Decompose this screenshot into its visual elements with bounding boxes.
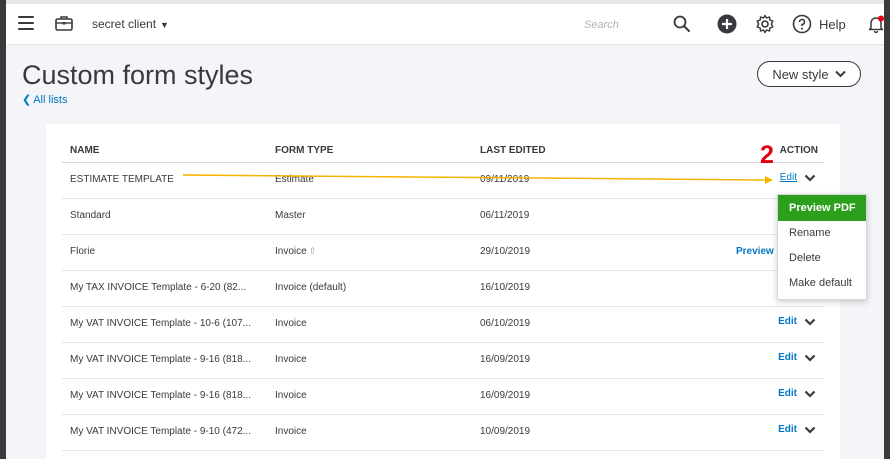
all-lists-label: All lists <box>33 94 68 106</box>
row-form-type-label: Invoice <box>275 246 307 257</box>
row-name: My VAT INVOICE Template - 9-10 (472... <box>70 426 251 437</box>
chevron-down-icon[interactable] <box>804 353 816 363</box>
row-action: Edit <box>778 316 816 327</box>
row-form-type: Estimate <box>275 174 314 185</box>
form-styles-table: NAME FORM TYPE LAST EDITED ACTION ESTIMA… <box>46 124 840 459</box>
row-form-type: Invoice <box>275 426 307 437</box>
row-form-type: Invoice <box>275 354 307 365</box>
new-style-label: New style <box>772 66 829 82</box>
column-header-last-edited[interactable]: LAST EDITED <box>480 145 546 156</box>
company-name: secret client <box>92 17 157 31</box>
row-form-type: Invoice <box>275 318 307 329</box>
menu-item-preview-pdf[interactable]: Preview PDF <box>778 195 866 221</box>
row-action: Edit <box>778 388 816 399</box>
search-input[interactable] <box>582 14 666 36</box>
help-label[interactable]: Help <box>819 17 846 32</box>
edit-link[interactable]: Edit <box>778 388 797 399</box>
plus-icon[interactable] <box>717 14 737 34</box>
column-header-action: ACTION <box>779 145 818 156</box>
preview-link[interactable]: Preview <box>736 246 774 257</box>
row-last-edited: 16/09/2019 <box>480 354 531 365</box>
caret-down-icon: ▼ <box>160 20 169 30</box>
table-row[interactable]: My VAT INVOICE Template - 9-16 (818... I… <box>62 342 824 379</box>
table-row[interactable]: ESTIMATE TEMPLATE Estimate 09/11/2019 Ed… <box>62 162 824 199</box>
chevron-left-icon: ❮ <box>22 94 32 106</box>
share-icon: ⇧ <box>308 246 317 256</box>
window-right-edge <box>884 0 890 459</box>
row-action: Edit <box>780 172 816 183</box>
menu-item-rename[interactable]: Rename <box>778 221 866 246</box>
table-row[interactable]: My VAT INVOICE Template - 9-10 (472... I… <box>62 414 824 451</box>
window-left-edge <box>0 0 6 459</box>
row-last-edited: 06/11/2019 <box>480 210 530 221</box>
table-row[interactable]: My VAT INVOICE Template - 10-6 (107... I… <box>62 306 824 343</box>
row-name: My VAT INVOICE Template - 9-16 (818... <box>70 354 251 365</box>
page-title: Custom form styles <box>22 60 254 90</box>
row-last-edited: 16/10/2019 <box>480 282 531 293</box>
help-icon[interactable] <box>792 14 812 34</box>
row-last-edited: 06/10/2019 <box>480 318 531 329</box>
edit-link[interactable]: Edit <box>778 352 797 363</box>
row-form-type: Invoice ⇧ <box>275 246 316 257</box>
table-row[interactable]: Florie Invoice ⇧ 29/10/2019 Preview <box>62 234 824 271</box>
menu-item-delete[interactable]: Delete <box>778 246 866 271</box>
chevron-down-icon <box>834 70 846 78</box>
company-switcher[interactable]: secret client ▼ <box>92 17 169 31</box>
row-last-edited: 10/09/2019 <box>480 426 531 437</box>
table-row[interactable]: My VAT INVOICE Template - 9-16 (818... I… <box>62 378 824 415</box>
row-name: ESTIMATE TEMPLATE <box>70 174 174 185</box>
table-row[interactable]: Standard Master 06/11/2019 <box>62 198 824 235</box>
row-action: Preview <box>736 246 774 257</box>
row-name: My TAX INVOICE Template - 6-20 (82... <box>70 282 247 293</box>
bell-icon[interactable] <box>866 14 886 34</box>
new-style-button[interactable]: New style <box>757 61 861 87</box>
search-icon[interactable] <box>672 14 692 34</box>
gear-icon[interactable] <box>755 14 775 34</box>
chevron-down-icon[interactable] <box>804 425 816 435</box>
action-dropdown-menu: Preview PDF Rename Delete Make default <box>777 194 867 300</box>
top-header: secret client▼ Help <box>6 4 884 45</box>
column-header-form-type[interactable]: FORM TYPE <box>275 145 333 156</box>
row-last-edited: 29/10/2019 <box>480 246 531 257</box>
edit-link[interactable]: Edit <box>778 316 797 327</box>
row-last-edited: 09/11/2019 <box>480 174 530 185</box>
edit-link[interactable]: Edit <box>780 172 797 183</box>
edit-link[interactable]: Edit <box>778 424 797 435</box>
row-form-type: Master <box>275 210 306 221</box>
briefcase-icon[interactable] <box>54 13 74 33</box>
table-header: NAME FORM TYPE LAST EDITED ACTION <box>62 138 824 163</box>
row-name: My VAT INVOICE Template - 9-16 (818... <box>70 390 251 401</box>
row-action: Edit <box>778 424 816 435</box>
menu-item-make-default[interactable]: Make default <box>778 271 866 296</box>
row-name: Standard <box>70 210 111 221</box>
row-form-type: Invoice (default) <box>275 282 347 293</box>
annotation-number: 2 <box>760 141 774 169</box>
row-name: Florie <box>70 246 96 257</box>
hamburger-icon[interactable] <box>18 16 34 30</box>
chevron-down-icon[interactable] <box>804 317 816 327</box>
all-lists-link[interactable]: ❮ All lists <box>22 93 67 106</box>
table-row[interactable]: My TAX INVOICE Template - 6-20 (82... In… <box>62 270 824 307</box>
row-form-type: Invoice <box>275 390 307 401</box>
column-header-name[interactable]: NAME <box>70 145 99 156</box>
row-name: My VAT INVOICE Template - 10-6 (107... <box>70 318 251 329</box>
row-action: Edit <box>778 352 816 363</box>
row-last-edited: 16/09/2019 <box>480 390 531 401</box>
chevron-down-icon[interactable] <box>804 389 816 399</box>
chevron-down-icon[interactable] <box>804 173 816 183</box>
